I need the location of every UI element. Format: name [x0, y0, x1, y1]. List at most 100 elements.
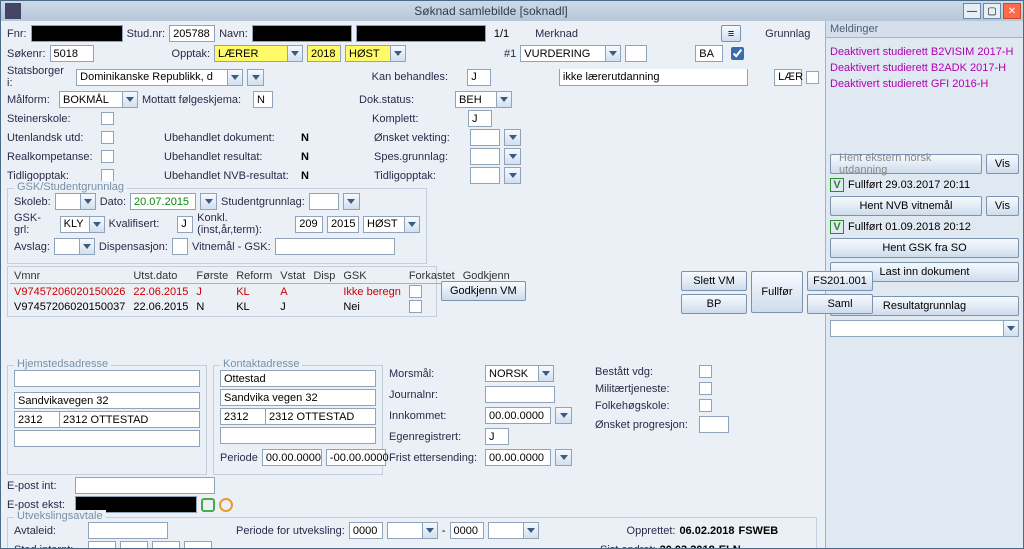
- hjem-poststed[interactable]: 2312 OTTESTAD: [60, 411, 200, 428]
- periode-to[interactable]: -00.00.0000: [326, 449, 386, 466]
- opptak-term-select[interactable]: HØST: [345, 45, 406, 62]
- merknad-text-field[interactable]: ikke lærerutdanning: [559, 69, 748, 86]
- folgeskjema-field[interactable]: N: [253, 91, 273, 108]
- komplett-field[interactable]: J: [468, 110, 492, 127]
- close-button[interactable]: ✕: [1003, 3, 1021, 19]
- resultatgrunnlag-select[interactable]: [830, 320, 1019, 337]
- email-refresh-icon[interactable]: [219, 498, 233, 512]
- dokstatus-select[interactable]: BEH: [455, 91, 512, 108]
- studnr-field[interactable]: 205788: [169, 25, 215, 42]
- opptak-year-field[interactable]: 2018: [307, 45, 341, 62]
- dato-field[interactable]: 20.07.2015: [130, 193, 196, 210]
- gsk-group: GSK/Studentgrunnlag Skoleb: Dato: 20.07.…: [7, 188, 427, 264]
- statsborger-lookup-button[interactable]: [247, 69, 264, 86]
- egenreg-field[interactable]: J: [485, 428, 509, 445]
- kvalifisert-field[interactable]: J: [177, 216, 193, 233]
- hent-gsk-button[interactable]: Hent GSK fra SO: [830, 238, 1019, 258]
- journal-field[interactable]: [485, 386, 555, 403]
- disp-field[interactable]: [172, 238, 188, 255]
- realkomp-check[interactable]: [101, 150, 114, 163]
- steinerskole-check[interactable]: [101, 112, 114, 125]
- gskgrl-select[interactable]: KLY: [60, 216, 105, 233]
- navn-last-field[interactable]: [252, 25, 352, 42]
- sted-int-3[interactable]: [152, 541, 180, 548]
- dato-picker-button[interactable]: [200, 193, 217, 210]
- hjem-line2[interactable]: Sandvikavegen 32: [14, 392, 200, 409]
- vekting-field[interactable]: [470, 129, 500, 146]
- merknad-edit-button[interactable]: ≡: [721, 25, 741, 42]
- tidligopptak2-field[interactable]: [470, 167, 500, 184]
- vekting-lookup-button[interactable]: [504, 129, 521, 146]
- skoleb-select[interactable]: [55, 193, 96, 210]
- hjem-land[interactable]: [14, 430, 200, 447]
- opptak-type-select[interactable]: LÆRER: [214, 45, 303, 62]
- kontakt-line2[interactable]: Sandvika vegen 32: [220, 389, 376, 406]
- vm-cell-check[interactable]: [405, 299, 459, 314]
- periode-from[interactable]: 00.00.0000: [262, 449, 322, 466]
- frist-field[interactable]: 00.00.0000: [485, 449, 551, 466]
- konkl-inst-field[interactable]: 209: [295, 216, 323, 233]
- prio-value-select[interactable]: VURDERING: [520, 45, 621, 62]
- kontakt-line1[interactable]: Ottestad: [220, 370, 376, 387]
- fnr-field[interactable]: [31, 25, 123, 42]
- slett-vm-button[interactable]: Slett VM: [681, 271, 747, 291]
- utv-periode-y1[interactable]: 0000: [349, 522, 383, 539]
- kontakt-land[interactable]: [220, 427, 376, 444]
- spesgrunnlag-field[interactable]: [470, 148, 500, 165]
- vitnemal-gsk-field[interactable]: [275, 238, 395, 255]
- maximize-button[interactable]: ▢: [983, 3, 1001, 19]
- studgrunnlag-lookup-button[interactable]: [343, 193, 360, 210]
- sted-int-4[interactable]: [184, 541, 212, 548]
- fullfor-button[interactable]: Fullfør: [751, 271, 803, 313]
- frist-picker-button[interactable]: [555, 449, 572, 466]
- godkjenn-vm-button[interactable]: Godkjenn VM: [441, 281, 526, 301]
- malform-select[interactable]: BOKMÅL: [59, 91, 138, 108]
- sokenr-field[interactable]: 5018: [50, 45, 94, 62]
- minimize-button[interactable]: —: [963, 3, 981, 19]
- sted-int-2[interactable]: [120, 541, 148, 548]
- sted-int-1[interactable]: [88, 541, 116, 548]
- vm-row[interactable]: V9745720602015003722.06.2015NKLJNei: [10, 299, 514, 314]
- studgrunnlag-field[interactable]: [309, 193, 339, 210]
- grunnlag-laer-field[interactable]: LÆR: [774, 69, 802, 86]
- vis-nvb-button[interactable]: Vis: [986, 196, 1019, 216]
- saml-button[interactable]: Saml: [807, 294, 873, 314]
- hent-nvb-button[interactable]: Hent NVB vitnemål: [830, 196, 982, 216]
- hent-ekstern-button[interactable]: Hent ekstern norsk utdanning: [830, 154, 982, 174]
- utv-periode-t1[interactable]: [387, 522, 438, 539]
- utv-periode-t2[interactable]: [488, 522, 539, 539]
- konkl-term-select[interactable]: HØST: [363, 216, 420, 233]
- militar-check[interactable]: [699, 382, 712, 395]
- bp-button[interactable]: BP: [681, 294, 747, 314]
- epost-int-field[interactable]: [75, 477, 215, 494]
- bestatt-check[interactable]: [699, 365, 712, 378]
- utenlandsk-utd-check[interactable]: [101, 131, 114, 144]
- spesgrunnlag-lookup-button[interactable]: [504, 148, 521, 165]
- prio-extra-field[interactable]: [625, 45, 647, 62]
- grunnlag-laer-check[interactable]: [806, 71, 819, 84]
- hjem-postnr[interactable]: 2312: [14, 411, 60, 428]
- konkl-year-field[interactable]: 2015: [327, 216, 359, 233]
- avslag-select[interactable]: [54, 238, 95, 255]
- statsborger-select[interactable]: Dominikanske Republikk, d: [76, 69, 243, 86]
- kan-behandles-field[interactable]: J: [467, 69, 491, 86]
- innkommet-picker-button[interactable]: [555, 407, 572, 424]
- innkommet-field[interactable]: 00.00.0000: [485, 407, 551, 424]
- epost-int-label: E-post int:: [7, 480, 71, 492]
- email-sync-icon[interactable]: [201, 498, 215, 512]
- vm-row[interactable]: V9745720602015002622.06.2015JKLAIkke ber…: [10, 284, 514, 300]
- fs201-button[interactable]: FS201.001: [807, 271, 873, 291]
- avtaleid-field[interactable]: [88, 522, 168, 539]
- navn-first-field[interactable]: [356, 25, 486, 42]
- grunnlag-ba-field[interactable]: BA: [695, 45, 723, 62]
- utv-periode-y2[interactable]: 0000: [450, 522, 484, 539]
- progresjon-field[interactable]: [699, 416, 729, 433]
- kontakt-poststed[interactable]: 2312 OTTESTAD: [266, 408, 376, 425]
- morsmal-select[interactable]: NORSK: [485, 365, 554, 382]
- kontakt-postnr[interactable]: 2312: [220, 408, 266, 425]
- folkehog-check[interactable]: [699, 399, 712, 412]
- hjem-line1[interactable]: [14, 370, 200, 387]
- grunnlag-ba-check[interactable]: [731, 47, 744, 60]
- vis-ekstern-button[interactable]: Vis: [986, 154, 1019, 174]
- tidligopptak2-lookup-button[interactable]: [504, 167, 521, 184]
